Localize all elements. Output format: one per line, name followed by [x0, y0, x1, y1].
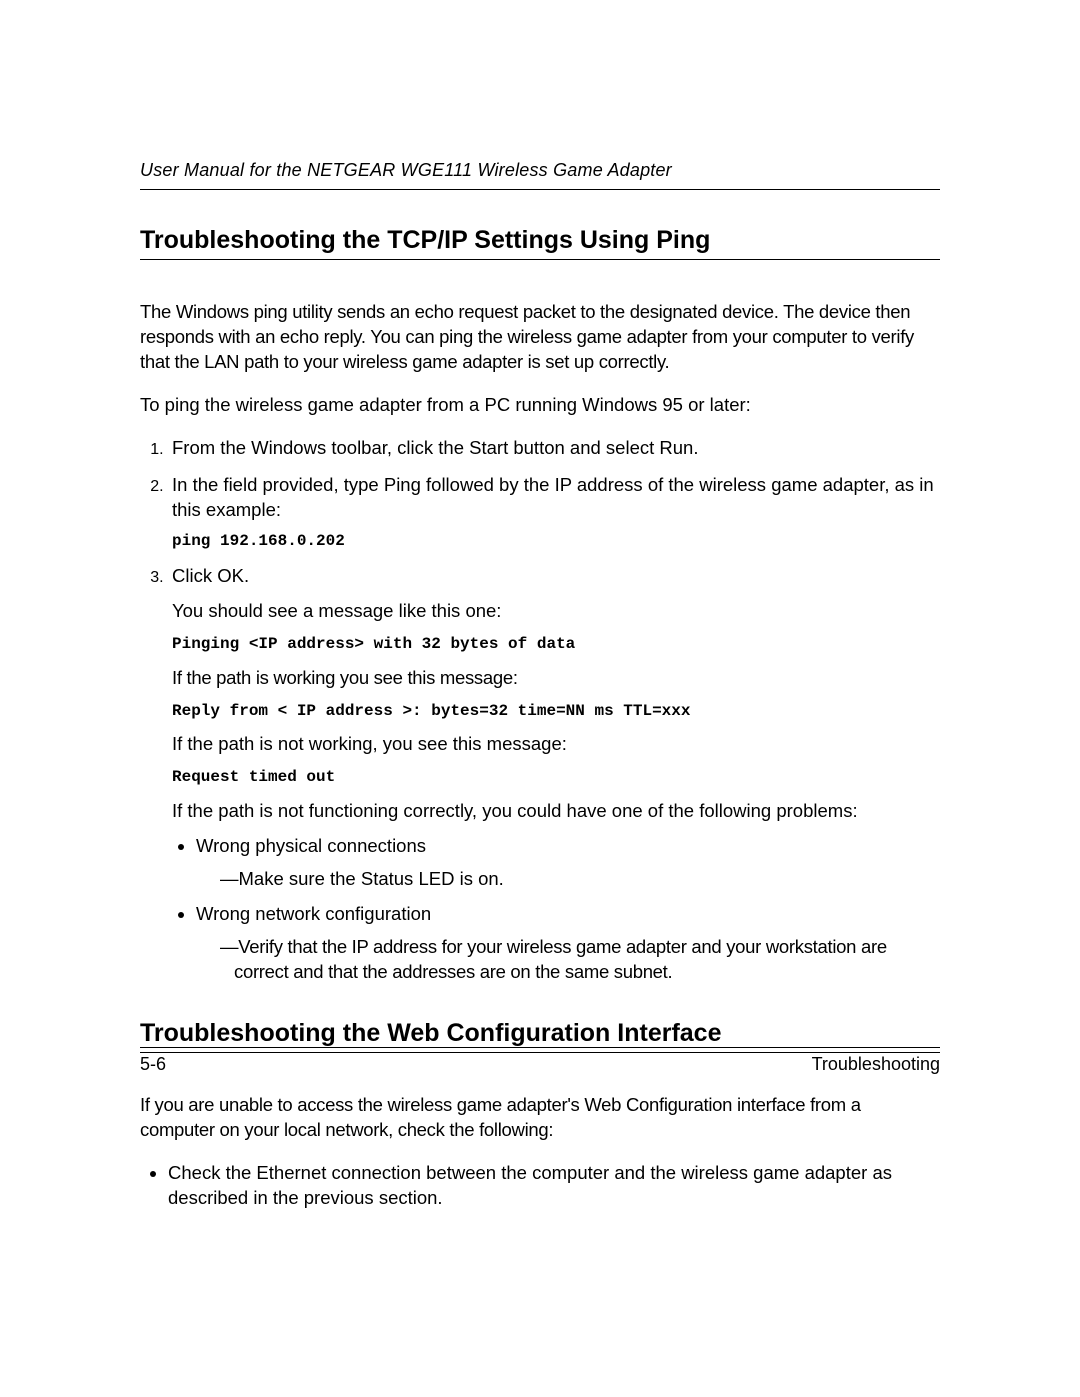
problem-network: Wrong network configuration Verify that … [196, 902, 940, 985]
footer-section-label: Troubleshooting [812, 1054, 940, 1075]
step-3: Click OK. You should see a message like … [168, 564, 940, 984]
problem-network-detail-text: Verify that the IP address for your wire… [234, 936, 887, 982]
problem-physical-detail: Make sure the Status LED is on. [220, 867, 940, 892]
step-3-sub-3: If the path is not working, you see this… [172, 732, 940, 757]
problem-physical-label: Wrong physical connections [196, 835, 426, 856]
step-1: From the Windows toolbar, click the Star… [168, 436, 940, 461]
steps-list: From the Windows toolbar, click the Star… [140, 436, 940, 985]
problem-network-label: Wrong network configuration [196, 903, 431, 924]
running-header: User Manual for the NETGEAR WGE111 Wirel… [140, 160, 940, 190]
code-timeout-output: Request timed out [172, 767, 940, 789]
step-2: In the field provided, type Ping followe… [168, 473, 940, 553]
code-ping-command: ping 192.168.0.202 [172, 531, 940, 553]
footer-page-number: 5-6 [140, 1054, 166, 1075]
webconfig-check-list: Check the Ethernet connection between th… [140, 1161, 940, 1211]
problem-physical-detail-text: Make sure the Status LED is on. [239, 868, 504, 889]
intro-paragraph-1: The Windows ping utility sends an echo r… [140, 300, 940, 375]
step-2-text: In the field provided, type Ping followe… [172, 474, 934, 520]
code-reply-output: Reply from < IP address >: bytes=32 time… [172, 701, 940, 723]
step-3-text: Click OK. [172, 565, 249, 586]
problem-network-detail: Verify that the IP address for your wire… [220, 935, 940, 985]
webconfig-check-1: Check the Ethernet connection between th… [168, 1161, 940, 1211]
step-3-sub-2: If the path is working you see this mess… [172, 666, 940, 691]
document-page: User Manual for the NETGEAR WGE111 Wirel… [0, 0, 1080, 1397]
page-footer: 5-6 Troubleshooting [140, 1047, 940, 1075]
problems-list: Wrong physical connections Make sure the… [172, 834, 940, 985]
problem-physical: Wrong physical connections Make sure the… [196, 834, 940, 892]
intro-paragraph-2: To ping the wireless game adapter from a… [140, 393, 940, 418]
section-heading-ping: Troubleshooting the TCP/IP Settings Usin… [140, 226, 940, 260]
webconfig-intro: If you are unable to access the wireless… [140, 1093, 940, 1143]
code-pinging-output: Pinging <IP address> with 32 bytes of da… [172, 634, 940, 656]
step-3-sub-4: If the path is not functioning correctly… [172, 799, 940, 824]
step-3-sub-1: You should see a message like this one: [172, 599, 940, 624]
